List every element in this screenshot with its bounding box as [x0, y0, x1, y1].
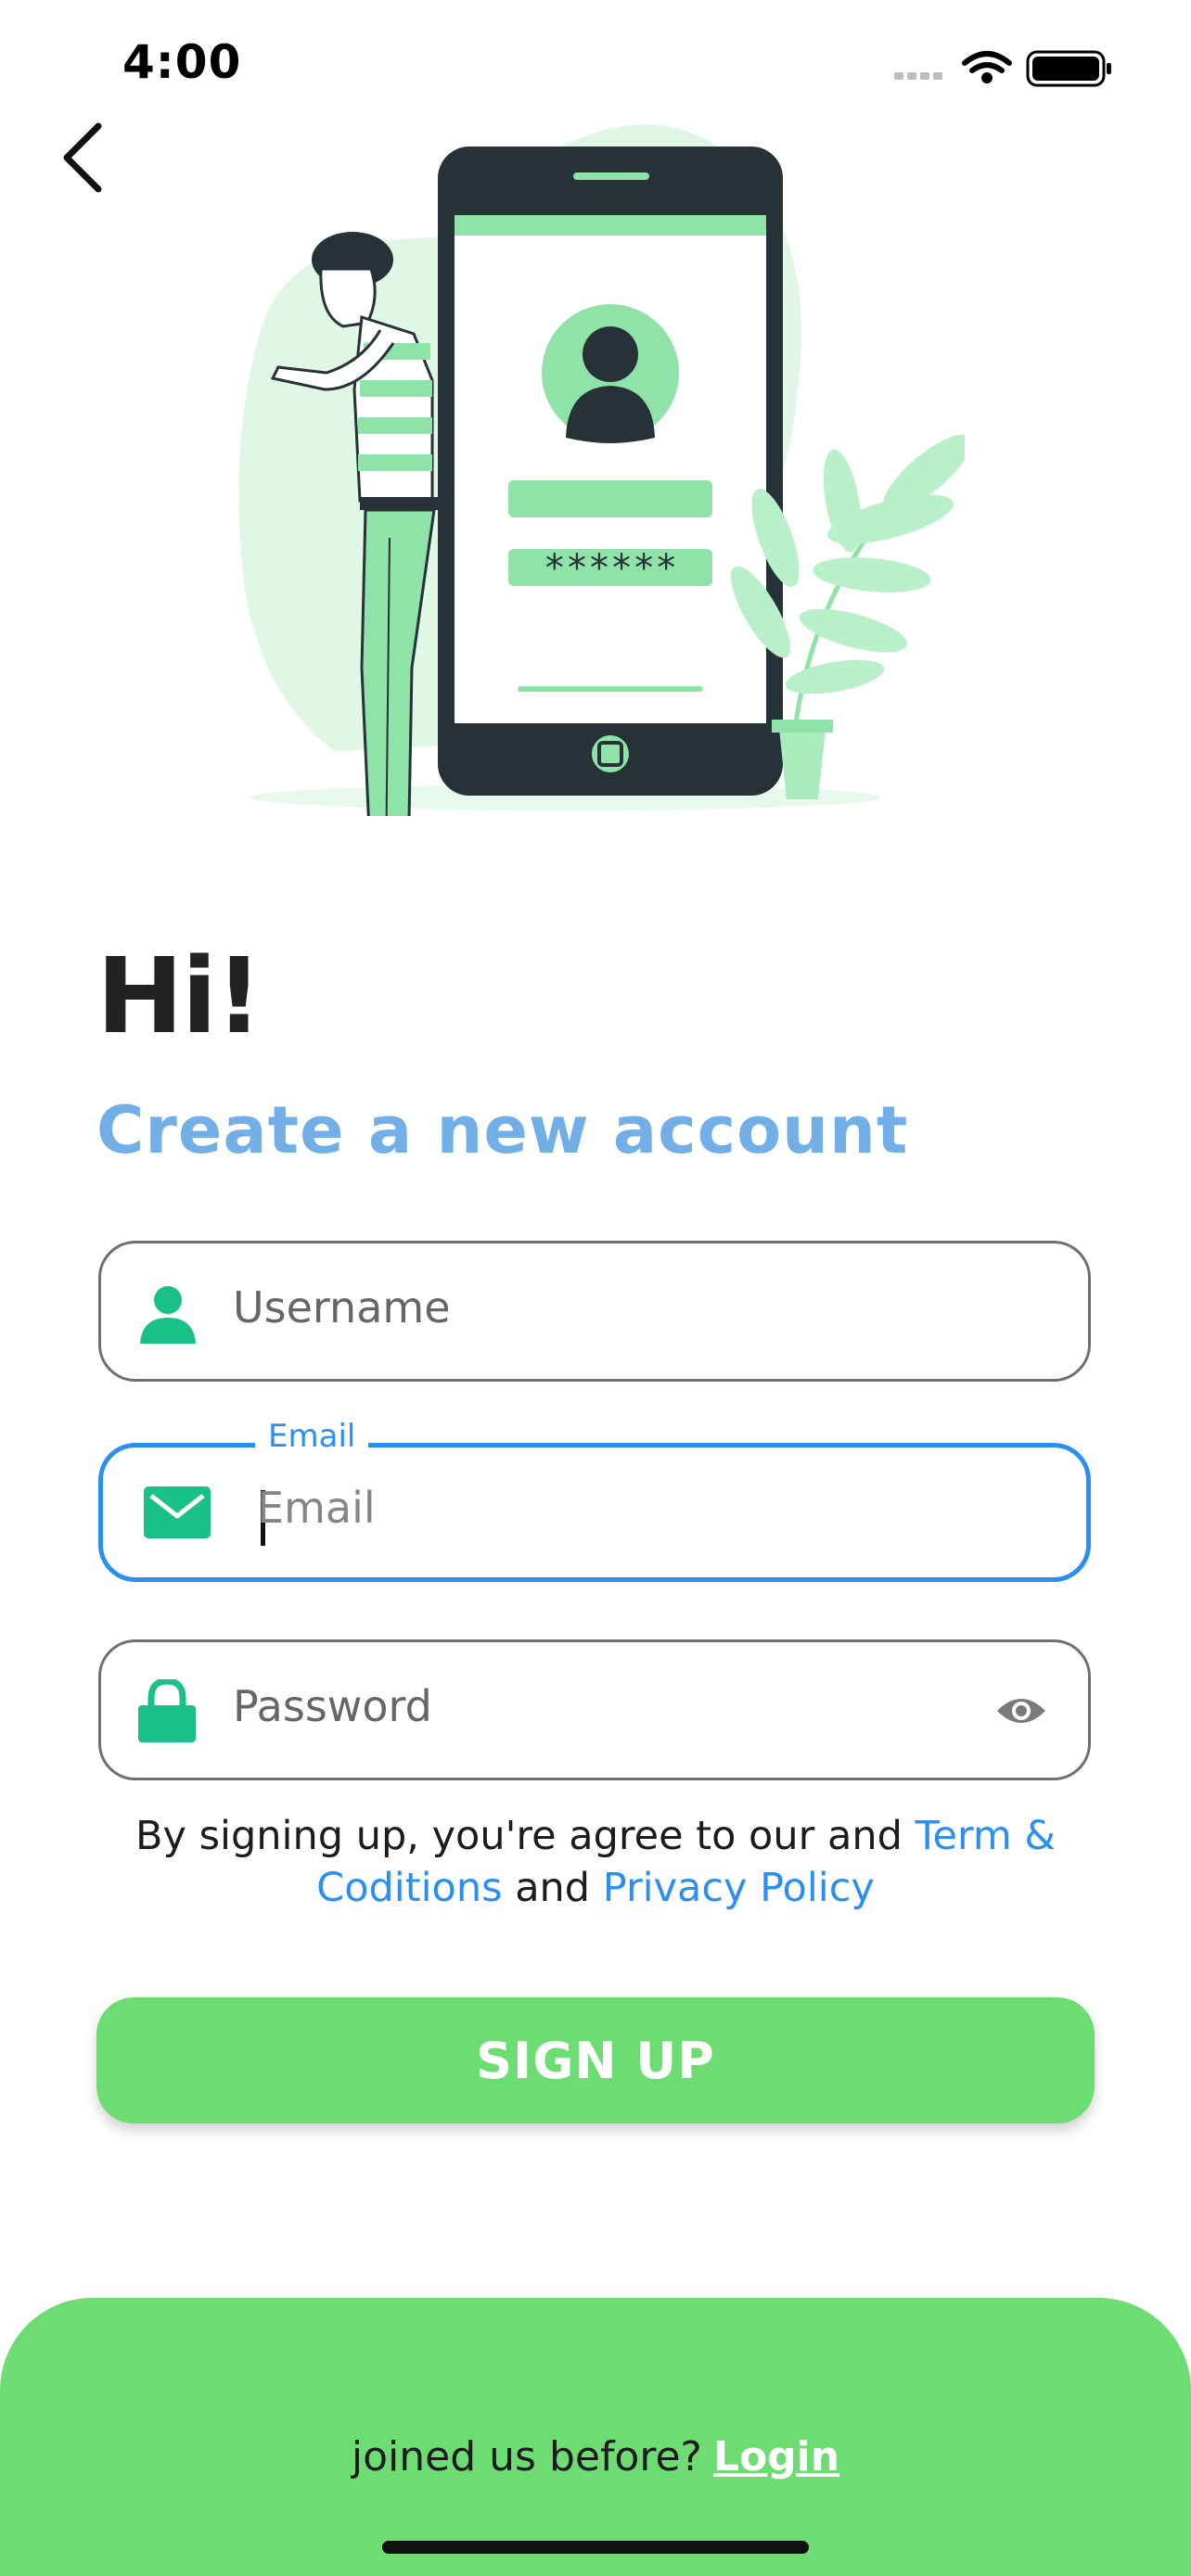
email-floating-label: Email — [255, 1418, 369, 1455]
footer-panel: joined us before? Login — [0, 2298, 1191, 2576]
footer-prompt-line: joined us before? Login — [0, 2433, 1191, 2480]
signup-illustration: ****** — [238, 124, 965, 816]
password-placeholder: Password — [233, 1681, 432, 1731]
email-field[interactable]: Email Email — [98, 1418, 1091, 1582]
signal-icon — [894, 72, 942, 80]
lock-icon — [138, 1679, 196, 1742]
page-title: Hi! — [96, 937, 263, 1057]
chevron-left-icon — [63, 122, 102, 193]
email-placeholder: Email — [257, 1483, 376, 1533]
page-subtitle: Create a new account — [96, 1092, 909, 1168]
back-button[interactable] — [58, 121, 109, 195]
sign-up-button[interactable]: SIGN UP — [96, 1997, 1095, 2123]
terms-prefix: By signing up, you're agree to our and — [135, 1813, 916, 1859]
password-mask-text: ****** — [544, 547, 678, 590]
password-field[interactable]: Password — [98, 1639, 1091, 1780]
privacy-policy-link[interactable]: Privacy Policy — [603, 1865, 875, 1911]
terms-text: By signing up, you're agree to our and T… — [130, 1810, 1061, 1914]
mail-icon — [144, 1486, 211, 1538]
username-placeholder: Username — [233, 1282, 451, 1333]
footer-prompt: joined us before? — [351, 2433, 702, 2480]
status-icons — [894, 50, 1111, 87]
status-time: 4:00 — [122, 35, 242, 89]
login-link[interactable]: Login — [713, 2433, 839, 2480]
battery-icon — [1026, 50, 1111, 87]
wifi-icon — [962, 51, 1012, 83]
terms-middle: and — [502, 1865, 603, 1911]
username-field[interactable]: Username — [98, 1241, 1091, 1382]
home-indicator — [382, 2541, 809, 2554]
eye-icon[interactable] — [995, 1692, 1047, 1729]
user-icon — [140, 1286, 196, 1344]
